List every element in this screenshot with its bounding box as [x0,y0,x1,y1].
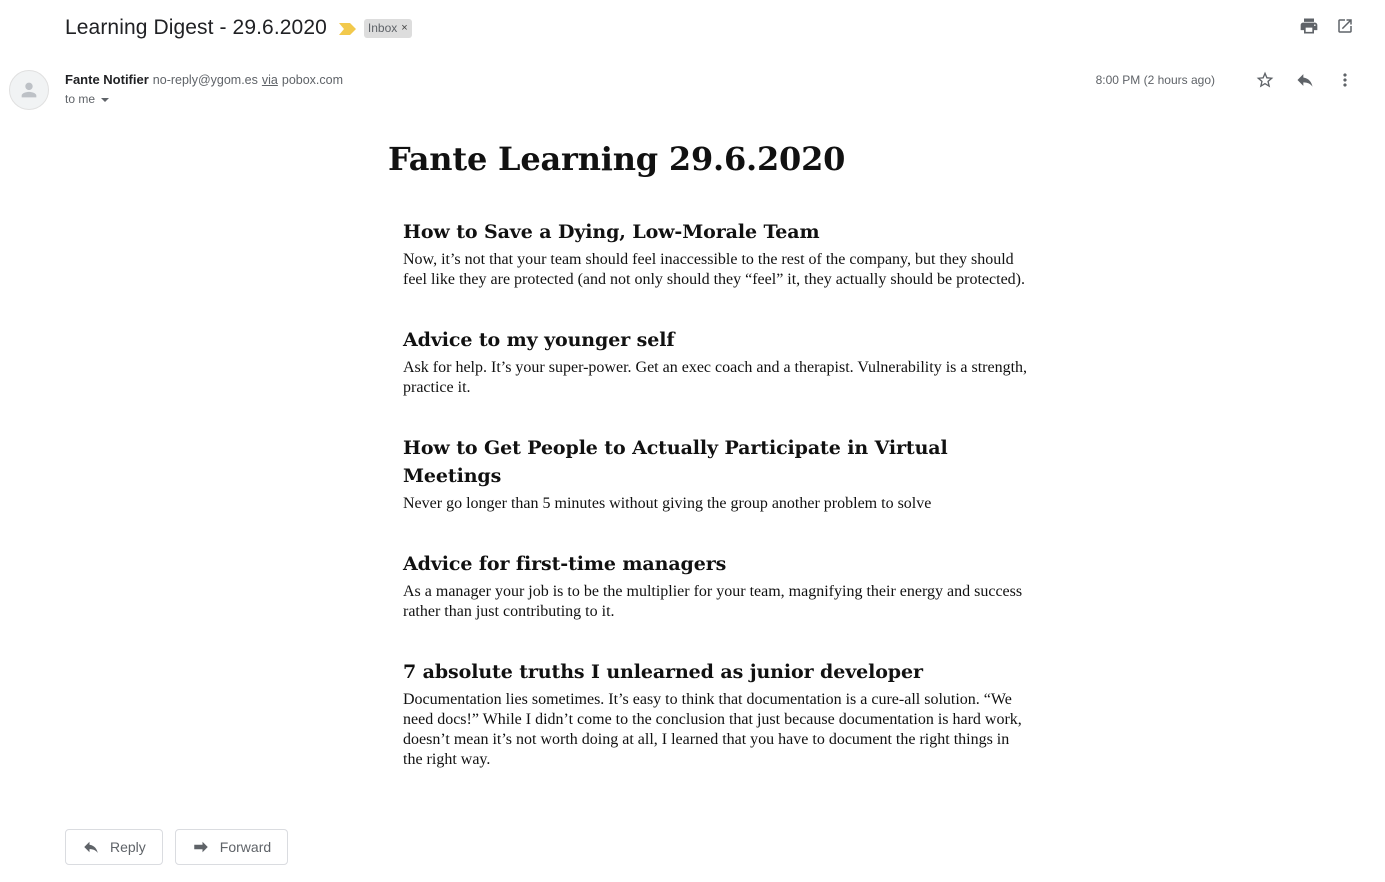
remove-label-icon[interactable]: × [401,22,407,34]
inbox-label-chip: Inbox × [363,18,412,38]
article-item: Advice to my younger self Ask for help. … [403,326,1028,398]
article-title[interactable]: Advice for first-time managers [403,550,1028,578]
article-excerpt: Never go longer than 5 minutes without g… [403,495,932,512]
person-icon [21,82,37,98]
digest-title: Fante Learning 29.6.2020 [388,140,846,178]
chevron-down-icon [101,98,110,102]
reply-label: Reply [110,839,146,855]
forward-icon [194,841,208,853]
forward-label: Forward [219,839,272,855]
importance-marker-icon[interactable] [338,22,356,35]
recipients-toggle[interactable]: to me [65,92,110,106]
via-domain: pobox.com [281,73,344,87]
article-item: How to Get People to Actually Participat… [403,434,1028,514]
top-actions [1299,16,1355,36]
article-title[interactable]: How to Save a Dying, Low-Morale Team [403,218,1028,246]
article-list: How to Save a Dying, Low-Morale Team Now… [388,218,1028,770]
via-link[interactable]: via [262,73,278,87]
article-item: How to Save a Dying, Low-Morale Team Now… [403,218,1028,290]
reply-icon [84,841,98,853]
article-item: 7 absolute truths I unlearned as junior … [403,658,1028,770]
article-excerpt: Documentation lies sometimes. It’s easy … [403,691,1022,768]
timestamp: 8:00 PM (2 hours ago) [1095,73,1215,87]
more-options-icon[interactable] [1335,70,1355,90]
reply-icon[interactable] [1295,70,1315,90]
message-meta: 8:00 PM (2 hours ago) [1096,68,1355,92]
sender-line: Fante Notifier no-reply@ygom.es via pobo… [65,72,343,87]
recipients-label: to me [65,92,96,106]
subject-header: Learning Digest - 29.6.2020 Inbox × [65,14,412,42]
article-excerpt: Now, it’s not that your team should feel… [403,251,1025,288]
forward-button[interactable]: Forward [174,829,289,865]
reply-button[interactable]: Reply [65,829,163,865]
sender-email: no-reply@ygom.es [152,73,258,87]
label-text: Inbox [367,21,398,35]
message-actions: Reply Forward [65,829,289,865]
print-icon[interactable] [1299,16,1319,36]
sender-name[interactable]: Fante Notifier [65,72,149,87]
article-excerpt: As a manager your job is to be the multi… [403,583,1023,620]
open-in-new-window-icon[interactable] [1335,16,1355,36]
article-item: Advice for first-time managers As a mana… [403,550,1028,622]
article-title[interactable]: How to Get People to Actually Participat… [403,434,1028,490]
email-subject: Learning Digest - 29.6.2020 [65,16,327,39]
article-excerpt: Ask for help. It’s your super-power. Get… [403,359,1028,396]
sender-avatar[interactable] [9,70,49,110]
article-title[interactable]: 7 absolute truths I unlearned as junior … [403,658,1028,686]
email-body: Fante Learning 29.6.2020 How to Save a D… [388,138,1048,806]
article-title[interactable]: Advice to my younger self [403,326,1028,354]
star-icon[interactable] [1255,70,1275,90]
